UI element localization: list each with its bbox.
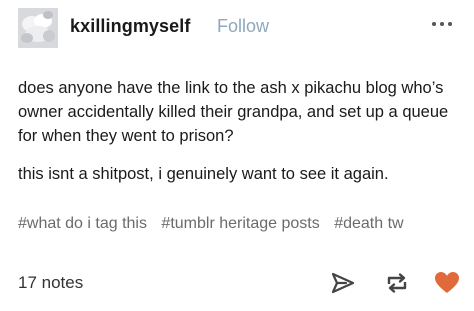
avatar[interactable]: [18, 8, 58, 48]
dot-icon: [448, 22, 452, 26]
post-header: kxillingmyself Follow: [18, 8, 464, 52]
follow-button[interactable]: Follow: [217, 16, 269, 37]
post-footer: 17 notes: [18, 268, 464, 302]
post-tags: #what do i tag this #tumblr heritage pos…: [18, 212, 458, 235]
avatar-image: [18, 8, 58, 48]
post-text-paragraph: does anyone have the link to the ash x p…: [18, 79, 449, 145]
reblog-button[interactable]: [384, 270, 410, 296]
more-options-icon[interactable]: [426, 10, 460, 38]
share-button[interactable]: [330, 270, 356, 296]
post-body: does anyone have the link to the ash x p…: [18, 76, 464, 186]
username-link[interactable]: kxillingmyself: [70, 16, 190, 37]
reblog-icon: [387, 273, 407, 293]
tumblr-post: kxillingmyself Follow does anyone have t…: [0, 0, 474, 311]
post-text-paragraph: this isnt a shitpost, i genuinely want t…: [18, 165, 389, 183]
tag-link[interactable]: #what do i tag this: [18, 215, 147, 232]
heart-icon: [435, 272, 459, 293]
tag-link[interactable]: #death tw: [334, 215, 403, 232]
dot-icon: [440, 22, 444, 26]
dot-icon: [432, 22, 436, 26]
share-icon: [331, 272, 355, 294]
like-button[interactable]: [434, 270, 460, 296]
tag-link[interactable]: #tumblr heritage posts: [161, 215, 319, 232]
notes-count[interactable]: 17 notes: [18, 273, 83, 293]
